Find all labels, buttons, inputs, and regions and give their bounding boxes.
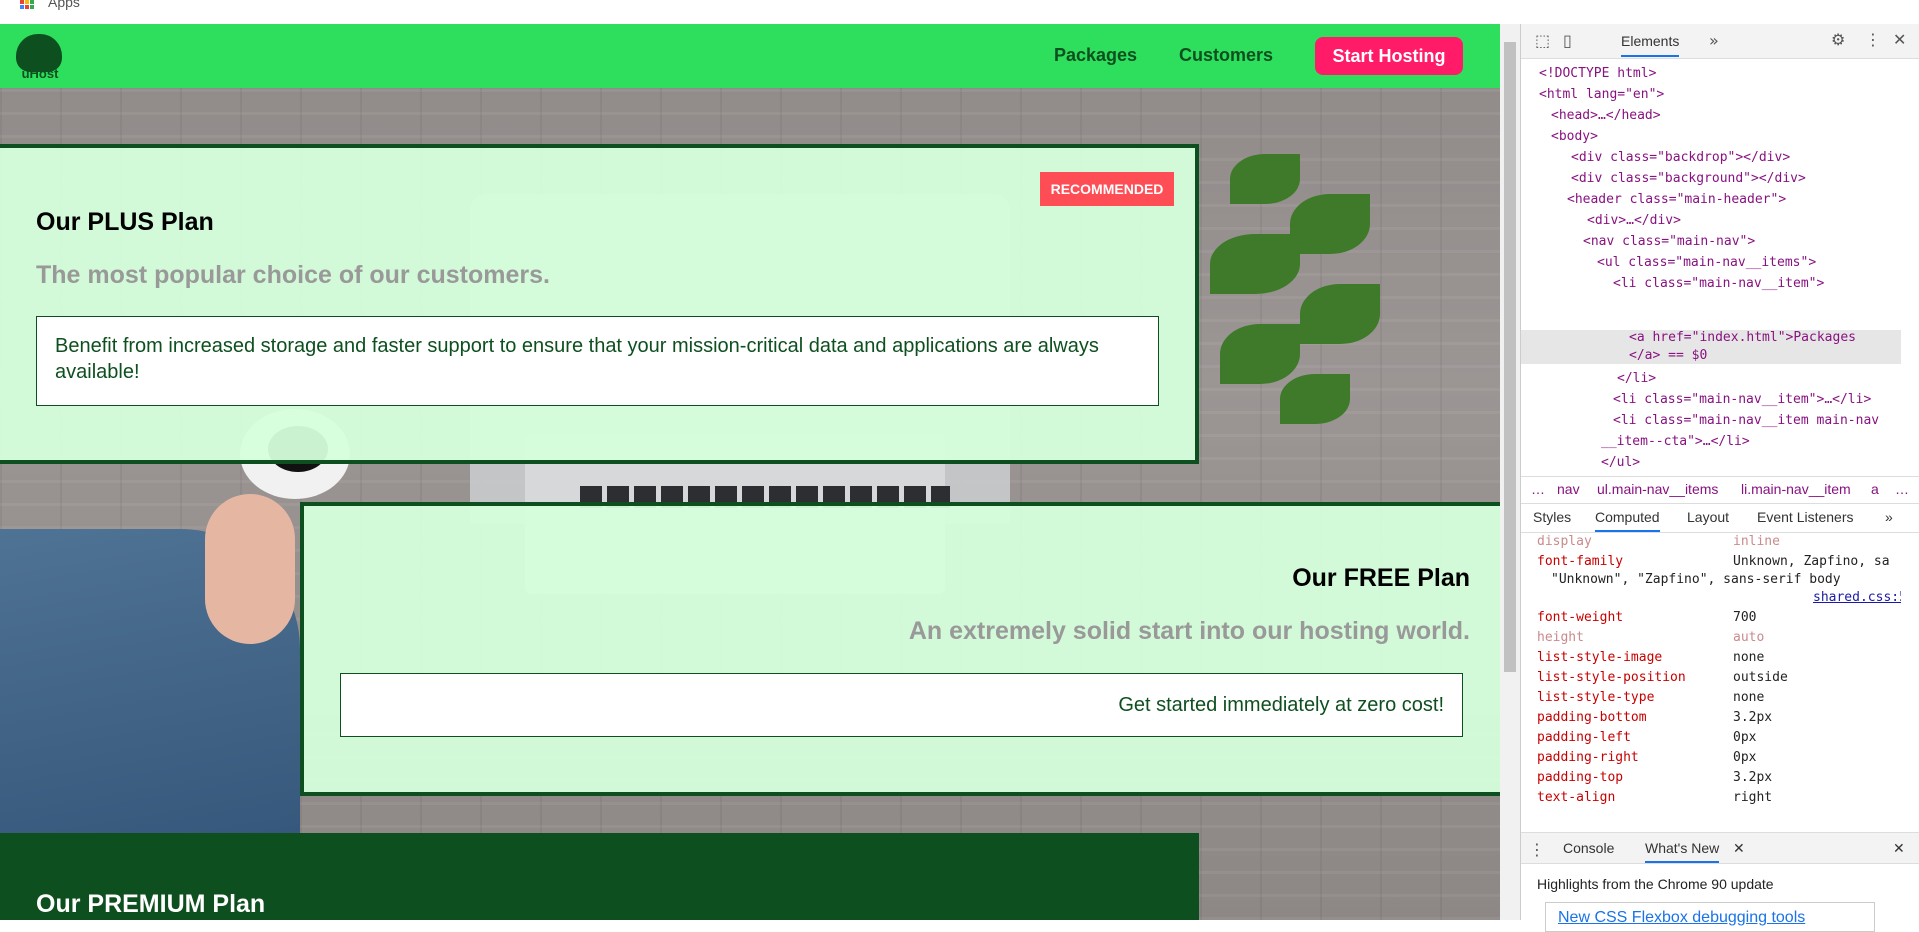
- tab-layout[interactable]: Layout: [1687, 509, 1729, 525]
- tab-styles[interactable]: Styles: [1533, 509, 1571, 525]
- close-drawer-icon[interactable]: ✕: [1893, 840, 1905, 857]
- drawer-menu-icon[interactable]: ⋮: [1529, 840, 1545, 859]
- tree-line[interactable]: <ul class="main-nav__items">: [1597, 255, 1816, 270]
- tree-line[interactable]: <nav class="main-nav">: [1583, 234, 1755, 249]
- tab-console[interactable]: Console: [1563, 840, 1614, 856]
- computed-property[interactable]: font-family Unknown, Zapfino, sa: [1537, 554, 1890, 569]
- page-scrollbar[interactable]: [1500, 24, 1520, 920]
- computed-property[interactable]: padding-right 0px: [1537, 750, 1756, 765]
- settings-gear-icon[interactable]: ⚙: [1831, 30, 1845, 49]
- tab-event-listeners[interactable]: Event Listeners: [1757, 509, 1854, 525]
- logo[interactable]: uHost: [16, 32, 64, 81]
- computed-property[interactable]: display inline: [1537, 534, 1780, 549]
- tree-line[interactable]: <div>…</div>: [1587, 213, 1681, 228]
- computed-property[interactable]: text-align right: [1537, 790, 1772, 805]
- main-header: uHost Packages Customers Start Hosting: [0, 24, 1500, 88]
- tree-line[interactable]: <li class="main-nav__item">: [1613, 276, 1824, 291]
- breadcrumb-item[interactable]: a: [1871, 481, 1879, 497]
- bookmarks-bar: Apps: [0, 0, 1919, 24]
- tree-line[interactable]: <body>: [1551, 129, 1598, 144]
- more-subtabs-icon[interactable]: »: [1885, 509, 1893, 525]
- apps-label[interactable]: Apps: [48, 0, 80, 10]
- tree-line[interactable]: </li>: [1617, 371, 1656, 386]
- close-tab-icon[interactable]: ✕: [1733, 840, 1745, 857]
- plan-free-title: Our FREE Plan: [1292, 564, 1470, 592]
- start-hosting-button[interactable]: Start Hosting: [1315, 37, 1463, 75]
- tab-elements[interactable]: Elements: [1621, 33, 1680, 57]
- breadcrumb-item[interactable]: li.main-nav__item: [1741, 481, 1851, 497]
- plan-premium-title: Our PREMIUM Plan: [36, 890, 266, 918]
- inspect-element-icon[interactable]: ⬚: [1535, 31, 1550, 50]
- more-options-icon[interactable]: ⋮: [1865, 30, 1881, 49]
- tree-line[interactable]: <li class="main-nav__item">…</li>: [1613, 392, 1871, 407]
- tree-line[interactable]: <html lang="en">: [1539, 87, 1664, 102]
- tree-line[interactable]: <div class="background"></div>: [1571, 171, 1806, 186]
- tree-line[interactable]: <div class="backdrop"></div>: [1571, 150, 1790, 165]
- logo-text: uHost: [21, 66, 59, 81]
- computed-property[interactable]: list-style-type none: [1537, 690, 1764, 705]
- apps-icon[interactable]: [20, 0, 35, 9]
- drawer-tabs: ⋮ Console What's New ✕ ✕: [1521, 832, 1919, 864]
- tree-line-selected[interactable]: </a> == $0: [1629, 348, 1707, 363]
- background-plant: [1190, 134, 1390, 444]
- computed-property[interactable]: list-style-position outside: [1537, 670, 1788, 685]
- recommended-badge: RECOMMENDED: [1040, 172, 1174, 206]
- breadcrumb-item[interactable]: …: [1895, 481, 1909, 497]
- computed-property[interactable]: padding-top 3.2px: [1537, 770, 1772, 785]
- tree-line[interactable]: __item--cta">…</li>: [1601, 434, 1750, 449]
- device-toolbar-icon[interactable]: ▯: [1563, 31, 1572, 50]
- devtools-panel: ⬚ ▯ Elements » ⚙ ⋮ ✕ <!DOCTYPE html> <ht…: [1520, 24, 1919, 932]
- background-hand: [205, 494, 295, 644]
- computed-property[interactable]: padding-bottom 3.2px: [1537, 710, 1772, 725]
- tree-line[interactable]: <!DOCTYPE html>: [1539, 66, 1656, 81]
- styles-subtabs: Styles Computed Layout Event Listeners »: [1521, 502, 1919, 533]
- tree-line[interactable]: </ul>: [1601, 455, 1640, 470]
- nav-link-packages[interactable]: Packages: [1054, 45, 1137, 66]
- plan-free: Our FREE Plan An extremely solid start i…: [300, 502, 1500, 796]
- plan-plus-title: Our PLUS Plan: [36, 208, 214, 236]
- computed-property[interactable]: list-style-image none: [1537, 650, 1764, 665]
- tree-line[interactable]: <head>…</head>: [1551, 108, 1661, 123]
- tab-computed[interactable]: Computed: [1595, 509, 1660, 532]
- plan-free-subtitle: An extremely solid start into our hostin…: [908, 617, 1470, 645]
- nav-link-customers[interactable]: Customers: [1179, 45, 1273, 66]
- breadcrumb-item[interactable]: nav: [1557, 481, 1580, 497]
- plan-plus-subtitle: The most popular choice of our customers…: [36, 261, 550, 289]
- dom-tree[interactable]: <!DOCTYPE html> <html lang="en"> <head>……: [1521, 58, 1901, 476]
- computed-property[interactable]: padding-left 0px: [1537, 730, 1756, 745]
- tree-line-selected[interactable]: <a href="index.html">Packages: [1629, 330, 1856, 345]
- page-scrollbar-thumb[interactable]: [1504, 42, 1516, 672]
- tree-line[interactable]: <li class="main-nav__item main-nav: [1613, 413, 1879, 428]
- whats-new-heading: Highlights from the Chrome 90 update: [1537, 876, 1774, 892]
- plan-free-description: Get started immediately at zero cost!: [340, 673, 1463, 737]
- plan-plus: RECOMMENDED Our PLUS Plan The most popul…: [0, 144, 1199, 464]
- computed-property[interactable]: height auto: [1537, 630, 1764, 645]
- plan-plus-description: Benefit from increased storage and faste…: [36, 316, 1159, 406]
- more-tabs-icon[interactable]: »: [1709, 31, 1719, 50]
- close-devtools-icon[interactable]: ✕: [1893, 30, 1906, 49]
- computed-styles: display inline font-family Unknown, Zapfin…: [1537, 534, 1901, 805]
- breadcrumb-item[interactable]: ul.main-nav__items: [1597, 481, 1718, 497]
- devtools-toolbar: ⬚ ▯ Elements » ⚙ ⋮ ✕: [1521, 24, 1919, 59]
- computed-property[interactable]: font-weight 700: [1537, 610, 1756, 625]
- breadcrumb: … nav ul.main-nav__items li.main-nav__it…: [1521, 476, 1919, 504]
- web-page: uHost Packages Customers Start Hosting R…: [0, 24, 1500, 920]
- breadcrumb-item[interactable]: …: [1531, 481, 1545, 497]
- whats-new-card[interactable]: New CSS Flexbox debugging tools: [1545, 902, 1875, 932]
- tab-whats-new[interactable]: What's New: [1645, 840, 1720, 863]
- card-link[interactable]: New CSS Flexbox debugging tools: [1558, 909, 1805, 927]
- tree-line[interactable]: <header class="main-header">: [1567, 192, 1786, 207]
